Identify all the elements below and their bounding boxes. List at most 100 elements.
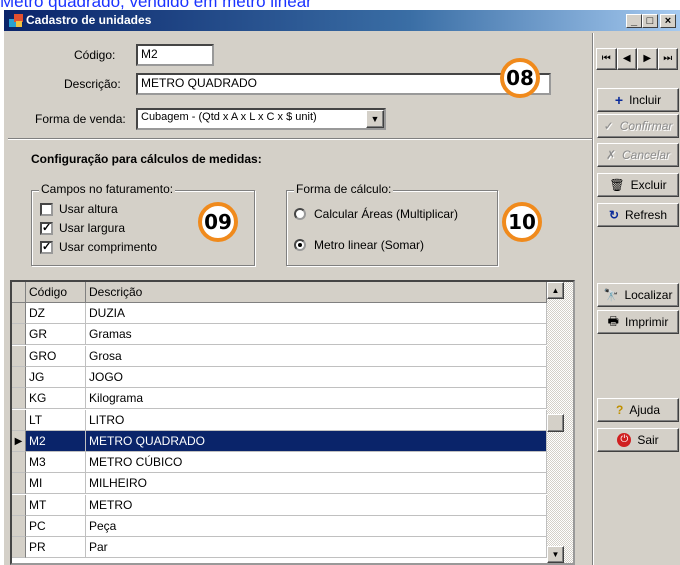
prev-icon: ◀ — [622, 53, 631, 64]
imprimir-button[interactable]: 🖶 Imprimir — [597, 310, 679, 334]
table-row[interactable]: MT METRO — [12, 494, 547, 516]
codigo-cell[interactable]: MT — [26, 494, 86, 516]
incluir-button[interactable]: + Incluir — [597, 88, 679, 112]
cancelar-label: Cancelar — [622, 148, 671, 162]
binoculars-icon: 🔭 — [603, 288, 619, 302]
descricao-column-header[interactable]: Descrição — [86, 282, 547, 303]
refresh-button[interactable]: ↻ Refresh — [597, 203, 679, 227]
calcular-areas-radio[interactable] — [294, 208, 306, 220]
descricao-cell[interactable]: JOGO — [86, 366, 547, 388]
row-indicator — [12, 494, 26, 516]
descricao-cell[interactable]: Peça — [86, 516, 547, 537]
ajuda-button[interactable]: ? Ajuda — [597, 398, 679, 422]
table-row[interactable]: KG Kilograma — [12, 388, 547, 410]
usar-comprimento-checkbox[interactable]: ✓ — [40, 241, 53, 254]
table-row[interactable]: M3 METRO CÚBICO — [12, 452, 547, 474]
codigo-cell[interactable]: KG — [26, 388, 86, 410]
descricao-cell[interactable]: METRO CÚBICO — [86, 452, 547, 474]
usar-comprimento-label[interactable]: Usar comprimento — [59, 240, 157, 254]
table-row[interactable]: ▶ M2 METRO QUADRADO — [12, 430, 547, 452]
codigo-cell[interactable]: DZ — [26, 303, 86, 324]
descricao-cell[interactable]: METRO — [86, 494, 547, 516]
checkmark-icon: ✓ — [603, 119, 614, 133]
table-row[interactable]: PC Peça — [12, 516, 547, 537]
codigo-cell[interactable]: GR — [26, 324, 86, 346]
units-grid[interactable]: Código Descrição DZ DUZIA GR Gramas GRO Grosa… — [10, 280, 575, 565]
metro-linear-label[interactable]: Metro linear (Somar) — [314, 238, 424, 252]
side-separator — [592, 33, 593, 565]
descricao-cell[interactable]: Grosa — [86, 345, 547, 367]
metro-linear-radio[interactable] — [294, 239, 306, 251]
descricao-field[interactable]: METRO QUADRADO — [136, 73, 551, 95]
calcular-areas-label[interactable]: Calcular Áreas (Multiplicar) — [314, 207, 458, 221]
refresh-label: Refresh — [625, 208, 668, 222]
codigo-cell[interactable]: GRO — [26, 345, 86, 367]
forma-venda-value: Cubagem - (Qtd x A x L x C x $ unit) — [141, 111, 317, 123]
table-row[interactable]: LT LITRO — [12, 409, 547, 431]
codigo-cell[interactable]: JG — [26, 366, 86, 388]
scroll-thumb[interactable] — [547, 414, 564, 432]
descricao-cell[interactable]: Par — [86, 537, 547, 559]
forma-calculo-group — [286, 190, 498, 266]
next-record-button[interactable]: ▶ — [637, 48, 658, 70]
codigo-cell[interactable]: LT — [26, 409, 86, 431]
codigo-cell[interactable]: PC — [26, 516, 86, 537]
prev-record-button[interactable]: ◀ — [616, 48, 637, 70]
localizar-button[interactable]: 🔭 Localizar — [597, 283, 679, 307]
scroll-up-button[interactable]: ▲ — [547, 282, 564, 299]
usar-largura-label[interactable]: Usar largura — [59, 221, 125, 235]
codigo-cell[interactable]: PR — [26, 537, 86, 559]
table-row[interactable]: DZ DUZIA — [12, 303, 547, 324]
row-indicator — [12, 303, 26, 324]
vertical-scrollbar[interactable]: ▲ ▼ — [547, 282, 573, 563]
confirmar-button[interactable]: ✓ Confirmar — [597, 114, 679, 138]
row-indicator — [12, 516, 26, 537]
row-indicator — [12, 366, 26, 388]
incluir-label: Incluir — [629, 93, 662, 107]
next-icon: ▶ — [643, 53, 652, 64]
close-button[interactable]: × — [660, 14, 676, 28]
cancel-x-icon: ✗ — [605, 148, 617, 162]
maximize-button[interactable]: □ — [642, 14, 658, 28]
forma-venda-dropdown-button[interactable]: ▼ — [366, 110, 384, 128]
scroll-down-button[interactable]: ▼ — [547, 546, 564, 563]
last-record-button[interactable]: ⏭ — [657, 48, 678, 70]
descricao-cell[interactable]: LITRO — [86, 409, 547, 431]
table-row[interactable]: JG JOGO — [12, 366, 547, 388]
descricao-cell[interactable]: MILHEIRO — [86, 473, 547, 495]
codigo-field[interactable]: M2 — [136, 44, 214, 66]
codigo-cell[interactable]: MI — [26, 473, 86, 495]
sair-button[interactable]: ⏻ Sair — [597, 428, 679, 452]
table-row[interactable]: GR Gramas — [12, 324, 547, 346]
usar-altura-checkbox[interactable] — [40, 203, 53, 216]
descricao-cell[interactable]: METRO QUADRADO — [86, 430, 547, 452]
table-row[interactable]: MI MILHEIRO — [12, 473, 547, 495]
row-indicator — [12, 388, 26, 410]
descricao-cell[interactable]: Gramas — [86, 324, 547, 346]
check-mark-icon: ✓ — [42, 222, 52, 234]
forma-calculo-legend: Forma de cálculo: — [294, 182, 394, 196]
excluir-button[interactable]: 🗑 Excluir — [597, 173, 679, 197]
window-title: Cadastro de unidades — [26, 13, 152, 27]
cadastro-window: Cadastro de unidades _ □ × Código: M2 De… — [4, 10, 680, 565]
table-row[interactable]: GRO Grosa — [12, 345, 547, 367]
usar-largura-checkbox[interactable]: ✓ — [40, 222, 53, 235]
codigo-column-header[interactable]: Código — [26, 282, 86, 303]
row-indicator — [12, 324, 26, 346]
title-bar[interactable]: Cadastro de unidades _ □ × — [4, 10, 680, 31]
ajuda-label: Ajuda — [629, 403, 661, 417]
cancelar-button[interactable]: ✗ Cancelar — [597, 143, 679, 167]
page-caption: Metro quadrado, vendido em metro linear — [0, 0, 312, 10]
exit-icon: ⏻ — [617, 433, 632, 447]
descricao-cell[interactable]: Kilograma — [86, 388, 547, 410]
usar-altura-label[interactable]: Usar altura — [59, 202, 118, 216]
first-record-button[interactable]: ⏮ — [596, 48, 617, 70]
minimize-button[interactable]: _ — [626, 14, 642, 28]
codigo-cell[interactable]: M3 — [26, 452, 86, 474]
codigo-cell[interactable]: M2 — [26, 430, 86, 452]
descricao-cell[interactable]: DUZIA — [86, 303, 547, 324]
codigo-label: Código: — [74, 48, 116, 62]
table-row[interactable]: PR Par — [12, 537, 547, 559]
excluir-label: Excluir — [630, 178, 667, 192]
forma-venda-select[interactable]: Cubagem - (Qtd x A x L x C x $ unit) — [136, 108, 386, 130]
